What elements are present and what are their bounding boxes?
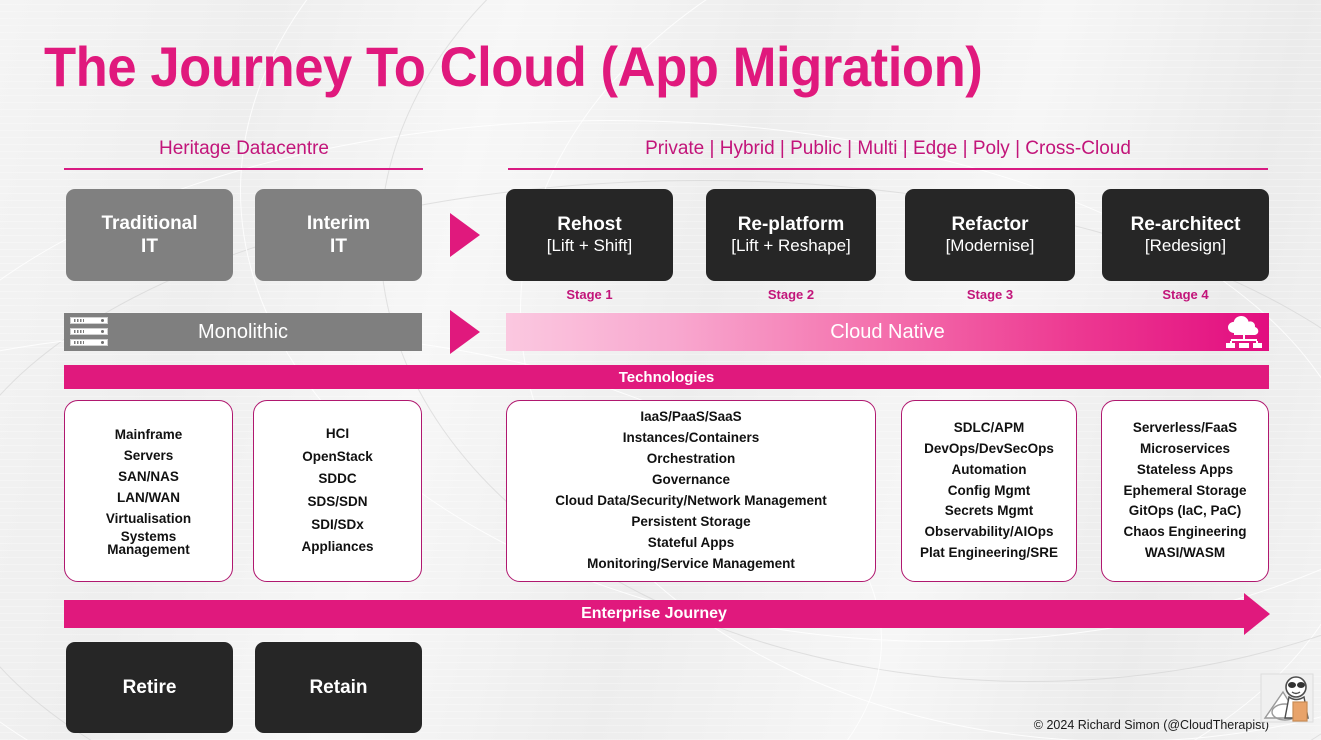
- box-rehost[interactable]: Rehost [Lift + Shift]: [506, 189, 673, 281]
- arrow-right-icon-journey: [1244, 593, 1270, 635]
- section-rule-cloud: [508, 168, 1268, 170]
- tech-card-interim[interactable]: HCI OpenStack SDDC SDS/SDN SDI/SDx Appli…: [253, 400, 422, 582]
- tech-item: Virtualisation: [105, 510, 192, 526]
- tech-item: HCI: [325, 425, 350, 441]
- arrow-right-icon-top: [450, 213, 480, 257]
- tech-item: Management: [107, 542, 190, 558]
- box-retain[interactable]: Retain: [255, 642, 422, 733]
- stage-label-2: Stage 2: [767, 287, 815, 302]
- bar-cloud-native-label: Cloud Native: [830, 320, 945, 343]
- cloud-network-icon: [1226, 316, 1262, 348]
- tech-item: LAN/WAN: [117, 489, 180, 505]
- box-line1: Rehost: [557, 214, 622, 236]
- page-title: The Journey To Cloud (App Migration): [44, 35, 983, 98]
- stage-label-4: Stage 4: [1162, 287, 1209, 302]
- section-rule-heritage: [64, 168, 423, 170]
- box-line1: Traditional: [101, 212, 198, 234]
- tech-item: Instances/Containers: [622, 430, 760, 446]
- bar-enterprise-journey[interactable]: Enterprise Journey: [64, 600, 1244, 628]
- bar-monolithic[interactable]: Monolithic: [64, 313, 422, 351]
- section-header-heritage: Heritage Datacentre: [158, 138, 330, 159]
- box-line2: [Lift + Reshape]: [731, 236, 851, 256]
- box-label: Retire: [122, 676, 177, 698]
- box-label: Retain: [309, 676, 368, 698]
- tech-item: Servers: [123, 447, 174, 463]
- box-re-platform[interactable]: Re-platform [Lift + Reshape]: [706, 189, 876, 281]
- tech-card-legacy[interactable]: Mainframe Servers SAN/NAS LAN/WAN Virtua…: [64, 400, 233, 582]
- box-refactor[interactable]: Refactor [Modernise]: [905, 189, 1075, 281]
- tech-item: Governance: [651, 472, 731, 488]
- copyright-text: © 2024 Richard Simon (@CloudTherapist): [1033, 718, 1269, 732]
- tech-card-cloud-core[interactable]: IaaS/PaaS/SaaS Instances/Containers Orch…: [506, 400, 876, 582]
- server-unit: [70, 339, 108, 346]
- tech-item: Config Mgmt: [947, 482, 1031, 498]
- box-line2: [Lift + Shift]: [546, 236, 633, 256]
- tech-item: Serverless/FaaS: [1132, 419, 1238, 435]
- stage-label-3: Stage 3: [966, 287, 1014, 302]
- tech-item: Observability/AIOps: [924, 524, 1054, 540]
- box-line2: [Redesign]: [1144, 236, 1227, 256]
- box-line1: Interim: [306, 212, 371, 234]
- tech-item: OpenStack: [302, 448, 373, 464]
- tech-item: Microservices: [1139, 440, 1231, 456]
- box-line2: IT: [330, 236, 347, 257]
- tech-item: SDLC/APM: [953, 419, 1025, 435]
- tech-item: SDI/SDx: [311, 516, 364, 532]
- bar-enterprise-journey-label: Enterprise Journey: [581, 605, 727, 622]
- tech-card-devops[interactable]: SDLC/APM DevOps/DevSecOps Automation Con…: [901, 400, 1077, 582]
- tech-item: Chaos Engineering: [1123, 524, 1247, 540]
- tech-item: SAN/NAS: [118, 468, 179, 484]
- server-unit: [70, 317, 108, 324]
- tech-item: Plat Engineering/SRE: [919, 545, 1059, 561]
- tech-item: SDS/SDN: [307, 494, 368, 509]
- tech-item: GitOps (IaC, PaC): [1128, 503, 1242, 519]
- box-interim-it[interactable]: Interim IT: [255, 189, 422, 281]
- author-avatar-logo: [1260, 673, 1314, 723]
- tech-item: IaaS/PaaS/SaaS: [640, 409, 742, 425]
- tech-item: Cloud Data/Security/Network Management: [555, 493, 827, 508]
- server-unit: [70, 328, 108, 335]
- arrow-right-icon-middle: [450, 310, 480, 354]
- tech-item: WASI/WASM: [1144, 545, 1226, 561]
- server-rack-icon: [70, 317, 108, 346]
- bar-cloud-native[interactable]: Cloud Native: [506, 313, 1269, 351]
- tech-item: Stateless Apps: [1136, 461, 1234, 477]
- tech-item: SDDC: [318, 471, 357, 487]
- bar-monolithic-label: Monolithic: [197, 320, 289, 343]
- tech-item: Appliances: [301, 539, 374, 555]
- tech-item: Ephemeral Storage: [1123, 482, 1247, 498]
- box-line2: [Modernise]: [945, 236, 1035, 256]
- section-header-cloud: Private | Hybrid | Public | Multi | Edge…: [645, 138, 1131, 159]
- box-line1: Re-architect: [1130, 214, 1241, 236]
- box-retire[interactable]: Retire: [66, 642, 233, 733]
- tech-card-cloud-native[interactable]: Serverless/FaaS Microservices Stateless …: [1101, 400, 1269, 582]
- box-line1: Refactor: [951, 214, 1029, 236]
- tech-item: DevOps/DevSecOps: [924, 440, 1054, 456]
- tech-item: Secrets Mgmt: [944, 503, 1034, 519]
- tech-item: Mainframe: [114, 426, 183, 442]
- tech-item: Persistent Storage: [631, 513, 751, 529]
- tech-item: Monitoring/Service Management: [587, 555, 795, 571]
- box-traditional-it[interactable]: Traditional IT: [66, 189, 233, 281]
- tech-item: Automation: [951, 461, 1027, 477]
- bar-technologies-label: Technologies: [618, 368, 715, 386]
- box-re-architect[interactable]: Re-architect [Redesign]: [1102, 189, 1269, 281]
- tech-item: Stateful Apps: [647, 534, 735, 550]
- tech-item: Orchestration: [646, 451, 736, 467]
- bar-technologies[interactable]: Technologies: [64, 365, 1269, 389]
- box-line1: Re-platform: [737, 214, 845, 236]
- box-line2: IT: [141, 236, 158, 257]
- tech-item: Systems: [120, 528, 177, 544]
- stage-label-1: Stage 1: [566, 287, 613, 302]
